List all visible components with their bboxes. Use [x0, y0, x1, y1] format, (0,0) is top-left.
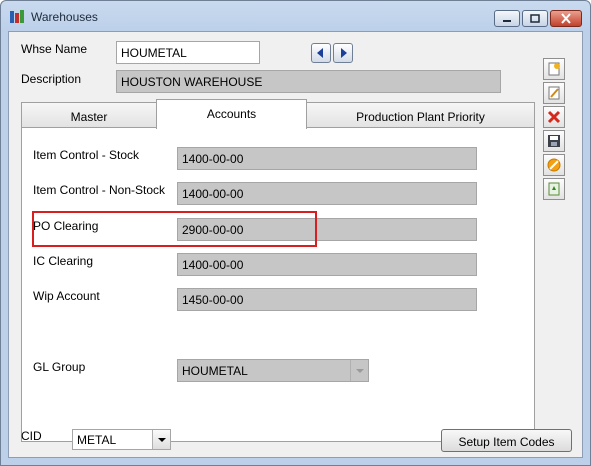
- title-bar[interactable]: Warehouses: [1, 1, 590, 31]
- setup-item-codes-button[interactable]: Setup Item Codes: [441, 429, 572, 452]
- save-icon: [548, 135, 560, 147]
- tab-master[interactable]: Master: [21, 102, 157, 128]
- app-icon: [10, 10, 24, 23]
- wip-account-field[interactable]: 1450-00-00: [177, 288, 477, 311]
- cid-select[interactable]: METAL: [72, 429, 171, 450]
- window-title: Warehouses: [31, 10, 98, 24]
- maximize-icon: [530, 14, 540, 23]
- description-label: Description: [21, 72, 82, 86]
- edit-record-icon: [548, 86, 560, 100]
- save-button[interactable]: [543, 130, 565, 152]
- whse-name-input[interactable]: HOUMETAL: [116, 41, 260, 64]
- new-record-button[interactable]: [543, 58, 565, 80]
- chevron-down-icon: [157, 437, 166, 442]
- close-button[interactable]: [550, 10, 582, 27]
- previous-record-button[interactable]: [311, 43, 331, 63]
- item-control-nonstock-field[interactable]: 1400-00-00: [177, 182, 477, 205]
- delete-button[interactable]: [543, 106, 565, 128]
- wip-account-label: Wip Account: [33, 289, 100, 303]
- edit-record-button[interactable]: [543, 82, 565, 104]
- cid-label: CID: [21, 429, 42, 443]
- ic-clearing-field[interactable]: 1400-00-00: [177, 253, 477, 276]
- accounts-tab-panel: [21, 127, 535, 442]
- gl-group-value: HOUMETAL: [182, 364, 248, 378]
- arrow-left-icon: [317, 48, 323, 58]
- cancel-button[interactable]: [543, 154, 565, 176]
- po-clearing-highlight-box: [32, 211, 317, 247]
- gl-group-select[interactable]: HOUMETAL: [177, 359, 369, 382]
- cancel-icon: [547, 158, 561, 172]
- item-control-stock-label: Item Control - Stock: [33, 148, 140, 162]
- minimize-button[interactable]: [494, 10, 520, 27]
- next-record-button[interactable]: [333, 43, 353, 63]
- gl-group-label: GL Group: [33, 360, 86, 374]
- cid-dropdown-button[interactable]: [152, 430, 170, 449]
- arrow-right-icon: [341, 48, 347, 58]
- whse-name-label: Whse Name: [21, 42, 88, 56]
- close-icon: [561, 13, 571, 24]
- minimize-icon: [503, 20, 511, 22]
- new-record-icon: [548, 62, 560, 76]
- form-client-area: Whse Name HOUMETAL Description HOUSTON W…: [8, 31, 583, 458]
- refresh-icon: [548, 182, 560, 196]
- item-control-stock-field[interactable]: 1400-00-00: [177, 147, 477, 170]
- ic-clearing-label: IC Clearing: [33, 254, 94, 268]
- gl-group-dropdown-button[interactable]: [350, 360, 368, 381]
- cid-value: METAL: [77, 433, 117, 447]
- maximize-button[interactable]: [522, 10, 548, 27]
- tab-production-plant-priority[interactable]: Production Plant Priority: [306, 102, 535, 128]
- tab-accounts[interactable]: Accounts: [156, 99, 307, 129]
- item-control-nonstock-label: Item Control - Non-Stock: [33, 183, 166, 197]
- warehouses-window: Warehouses Whse Name HOUMETAL Descriptio…: [0, 0, 591, 466]
- refresh-button[interactable]: [543, 178, 565, 200]
- chevron-down-icon: [355, 368, 364, 373]
- delete-icon: [547, 110, 561, 124]
- description-input[interactable]: HOUSTON WAREHOUSE: [116, 70, 501, 93]
